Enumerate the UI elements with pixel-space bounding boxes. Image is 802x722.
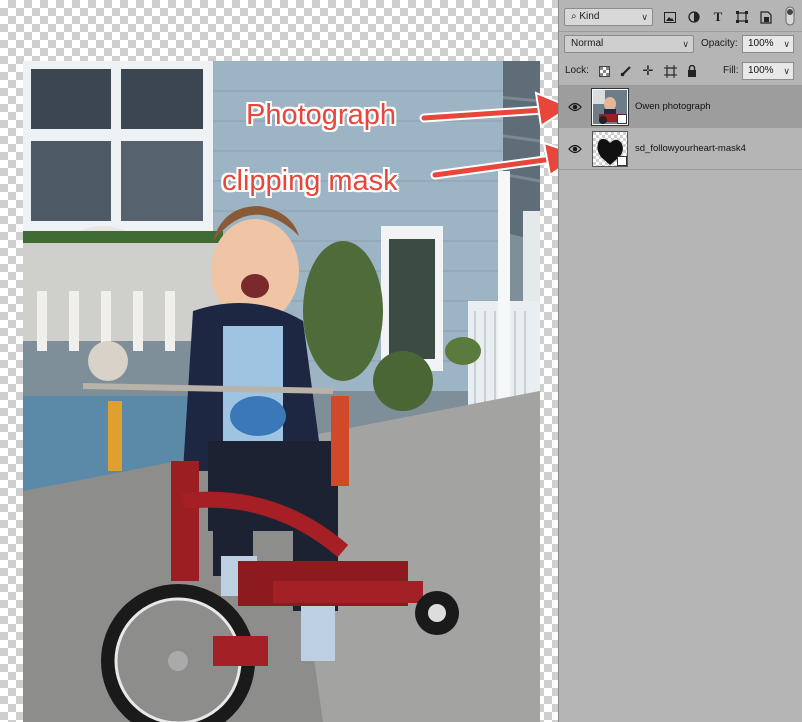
filter-toggle-icon[interactable] [781,6,799,26]
fill-value: 100% [748,65,774,76]
chevron-down-icon: ∨ [641,12,648,22]
chevron-down-icon: ∨ [783,39,790,49]
layer-thumbnail [591,88,629,126]
lock-artboard-icon[interactable] [661,62,679,80]
layer-row-mask[interactable]: sd_followyourheart-mask4 [559,128,802,170]
fill-label: Fill: [723,65,739,76]
lock-all-icon[interactable] [683,62,701,80]
chevron-down-icon: ∨ [783,66,790,76]
panel-separator [559,31,802,32]
annotation-clipping-mask: clipping mask [222,165,398,197]
lock-image-icon[interactable] [617,62,635,80]
layer-row-owen-photograph[interactable]: Owen photograph [559,86,802,128]
layer-name[interactable]: sd_followyourheart-mask4 [635,128,746,170]
lock-position-icon[interactable]: ✛ [639,62,657,80]
eye-visibility-icon[interactable] [568,143,582,155]
adjustment-filter-icon[interactable] [685,8,703,26]
opacity-value: 100% [748,38,774,49]
blend-mode-dropdown[interactable]: Normal ∨ [564,35,694,53]
eye-visibility-icon[interactable] [568,101,582,113]
image-filter-icon[interactable] [661,8,679,26]
opacity-label: Opacity: [701,38,738,49]
fill-field[interactable]: 100% ∨ [742,62,794,80]
blend-mode-label: Normal [571,38,604,49]
annotation-photograph: Photograph [246,99,396,131]
smart-object-badge-icon [617,156,627,166]
type-filter-icon[interactable]: T [709,8,727,26]
canvas-photo [23,61,540,722]
smart-object-badge-icon [617,114,627,124]
chevron-down-icon: ∨ [682,39,689,49]
filter-kind-label: Kind [579,11,600,22]
layer-thumbnail [592,131,628,167]
lock-transparent-icon[interactable] [595,62,613,80]
layers-panel: ⌕ Kind ∨ T Normal ∨ Opacity: 100% ∨ Lock… [558,0,802,722]
layer-name[interactable]: Owen photograph [635,86,711,128]
smart-object-filter-icon[interactable] [757,8,775,26]
shape-filter-icon[interactable] [733,8,751,26]
opacity-field[interactable]: 100% ∨ [742,35,794,53]
search-icon: ⌕ [571,11,577,22]
lock-label: Lock: [565,65,589,76]
filter-kind-dropdown[interactable]: ⌕ Kind ∨ [564,8,653,26]
